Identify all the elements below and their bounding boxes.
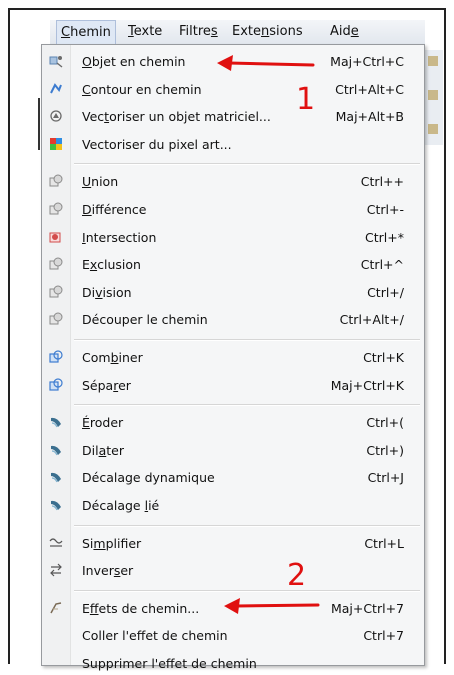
union-icon (49, 174, 63, 188)
menubar-item-extensions[interactable]: Extensions (232, 24, 303, 39)
menu-item-label: Coller l'effet de chemin (82, 628, 228, 644)
stroke-to-path-icon (49, 82, 63, 96)
exclusion-icon (49, 257, 63, 271)
menu-item-shortcut: Ctrl+/ (367, 284, 404, 300)
menu-separator (74, 339, 420, 341)
menu-item-coller-l-effet-de-chemin[interactable]: Coller l'effet de chemin Ctrl+7 (42, 623, 422, 647)
menu-item-label: Simplifier (82, 535, 142, 551)
object-to-path-icon (49, 54, 63, 68)
menu-item-label: Décalage dynamique (82, 470, 215, 486)
linked-offset-icon (49, 498, 63, 512)
menu-item-shortcut: Maj+Ctrl+7 (330, 600, 404, 616)
menu-item-shortcut: Maj+Ctrl+K (330, 377, 404, 393)
menu-item-décalage-dynamique[interactable]: Décalage dynamique Ctrl+J (42, 465, 422, 489)
menu-item-dilater[interactable]: Dilater Ctrl+) (42, 438, 422, 462)
menu-item-division[interactable]: Division Ctrl+/ (42, 280, 422, 304)
menu-item-label: Division (82, 284, 132, 300)
trace-pixel-art-icon (49, 137, 63, 151)
cut-path-icon (49, 312, 63, 326)
menu-item-label: Différence (82, 202, 147, 217)
menu-item-shortcut: Maj+Ctrl+C (330, 54, 404, 69)
menu-item-intersection[interactable]: Intersection Ctrl+* (42, 225, 422, 249)
menu-item-shortcut: Ctrl+( (366, 415, 404, 431)
annotation-number-2: 2 (287, 558, 307, 593)
menu-item-label: Décalage lié (82, 498, 160, 513)
simplify-icon (49, 536, 63, 550)
difference-icon (49, 202, 63, 216)
menu-separator (74, 524, 420, 527)
menu-item-vectoriser-un-objet-matriciel[interactable]: Vectoriser un objet matriciel... Maj+Alt+… (42, 104, 422, 128)
menu-item-vectoriser-du-pixel-art[interactable]: Vectoriser du pixel art... (42, 132, 422, 156)
menu-item-label: Union (82, 174, 119, 190)
path-effects-icon (49, 601, 63, 615)
menu-item-éroder[interactable]: Éroder Ctrl+( (42, 410, 422, 434)
menu-item-shortcut: Ctrl+L (364, 535, 404, 551)
inset-icon (49, 415, 63, 429)
intersection-icon (49, 230, 63, 244)
menu-item-shortcut: Ctrl+Alt+C (335, 81, 404, 97)
background-toolbar-strip (424, 50, 443, 145)
menu-item-séparer[interactable]: Séparer Maj+Ctrl+K (42, 373, 422, 397)
menu-item-exclusion[interactable]: Exclusion Ctrl+^ (42, 252, 422, 276)
menu-item-shortcut: Ctrl+K (363, 350, 404, 365)
trace-bitmap-icon (49, 109, 63, 123)
menu-separator (74, 589, 420, 592)
menubar-item-aide[interactable]: Aide (330, 24, 359, 39)
menu-bar: Chemin Texte Filtres Extensions Aide (50, 20, 425, 45)
menu-item-simplifier[interactable]: Simplifier Ctrl+L (42, 531, 422, 555)
menu-item-shortcut: Ctrl+* (365, 229, 404, 245)
menu-item-union[interactable]: Union Ctrl++ (42, 169, 422, 193)
menu-item-shortcut: Ctrl+^ (360, 257, 404, 273)
combine-icon (49, 350, 63, 364)
menu-item-label: Objet en chemin (82, 54, 186, 69)
menu-item-label: Exclusion (82, 257, 141, 273)
outset-icon (49, 443, 63, 457)
menu-item-label: Découper le chemin (82, 312, 208, 328)
menu-item-label: Contour en chemin (82, 81, 202, 97)
menu-item-shortcut: Ctrl++ (360, 174, 404, 190)
menu-item-shortcut: Ctrl+) (366, 442, 404, 458)
menu-item-label: Intersection (82, 229, 157, 245)
menu-item-décalage-lié[interactable]: Décalage lié (42, 493, 422, 517)
menu-item-découper-le-chemin[interactable]: Découper le chemin Ctrl+Alt+/ (42, 307, 422, 331)
annotation-number-1: 1 (296, 82, 316, 117)
menu-item-contour-en-chemin[interactable]: Contour en chemin Ctrl+Alt+C (42, 77, 422, 101)
menu-item-shortcut: Ctrl+Alt+/ (339, 312, 404, 328)
menu-item-label: Séparer (82, 377, 131, 393)
menu-item-shortcut: Ctrl+J (367, 470, 404, 486)
menubar-item-chemin[interactable]: Chemin (56, 20, 116, 44)
division-icon (49, 285, 63, 299)
menubar-item-filtres[interactable]: Filtres (179, 24, 218, 39)
menu-item-label: Effets de chemin... (82, 600, 200, 616)
menu-item-label: Inverser (82, 563, 134, 579)
menu-item-shortcut: Ctrl+- (366, 202, 404, 217)
dynamic-offset-icon (49, 470, 63, 484)
menu-item-label: Dilater (82, 442, 124, 458)
menu-separator (74, 163, 420, 166)
menu-item-supprimer-l-effet-de-chemin[interactable]: Supprimer l'effet de chemin (42, 651, 422, 675)
break-apart-icon (49, 377, 63, 392)
menu-item-label: Vectoriser un objet matriciel... (82, 109, 271, 125)
menu-item-combiner[interactable]: Combiner Ctrl+K (42, 345, 422, 369)
menu-item-label: Éroder (82, 415, 124, 431)
chemin-dropdown-menu: Objet en chemin Maj+Ctrl+C Contour en chem… (41, 44, 425, 671)
menu-item-shortcut: Maj+Alt+B (335, 109, 404, 125)
menu-item-shortcut: Ctrl+7 (363, 628, 404, 644)
menu-item-label: Combiner (82, 350, 143, 365)
annotation-arrow-1 (217, 55, 315, 71)
menu-item-inverser[interactable]: Inverser (42, 558, 422, 582)
menubar-item-texte[interactable]: Texte (128, 24, 162, 39)
menu-item-différence[interactable]: Différence Ctrl+- (42, 197, 422, 221)
reverse-icon (49, 563, 63, 577)
menu-separator (74, 404, 420, 407)
menu-item-label: Vectoriser du pixel art... (82, 136, 232, 152)
annotation-arrow-2 (224, 598, 320, 614)
